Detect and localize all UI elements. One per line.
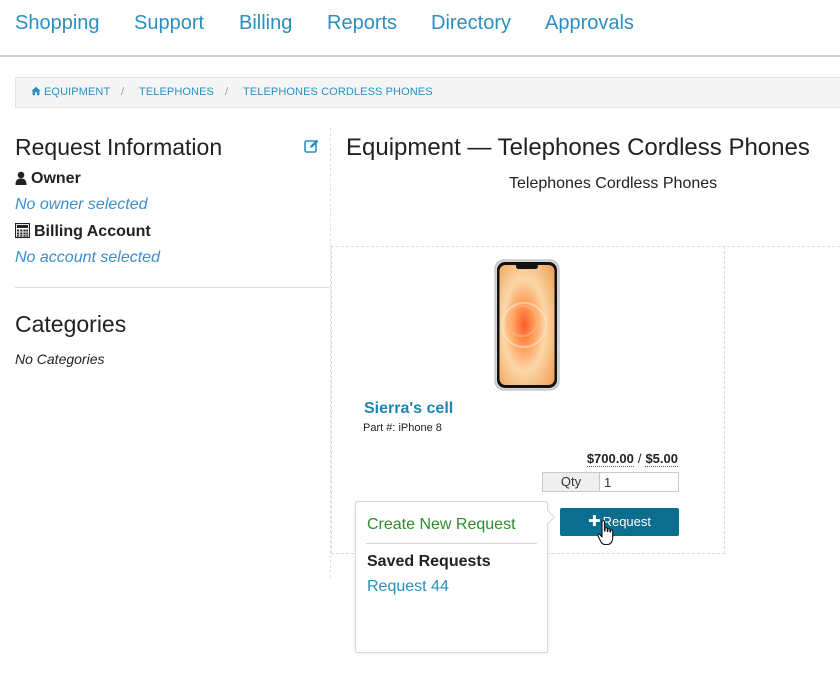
nav-support[interactable]: Support [134,12,204,35]
request-button[interactable]: ✚ Request [560,508,679,536]
nav-billing[interactable]: Billing [239,12,292,35]
breadcrumb-equipment-label: EQUIPMENT [44,86,111,98]
owner-value-link[interactable]: No owner selected [15,196,148,214]
breadcrumb-cordless-phones[interactable]: TELEPHONES CORDLESS PHONES [243,86,433,98]
breadcrumb-telephones[interactable]: TELEPHONES [139,86,214,98]
breadcrumb: EQUIPMENT / TELEPHONES / TELEPHONES CORD… [15,77,840,108]
product-image[interactable] [494,259,560,391]
edit-icon[interactable] [304,138,320,154]
qty-input[interactable] [599,472,679,492]
nav-shopping[interactable]: Shopping [15,12,100,35]
owner-label: Owner [15,170,81,188]
saved-request-item[interactable]: Request 44 [367,578,449,596]
request-information-title: Request Information [15,134,223,160]
page-subtitle-text: Telephones Cordless Phones [509,175,718,192]
product-price: $700.00/$5.00 [560,451,678,467]
breadcrumb-equipment[interactable]: EQUIPMENT [31,86,110,98]
billing-account-value-link[interactable]: No account selected [15,249,160,267]
billing-account-label: Billing Account [14,222,151,241]
nav-reports[interactable]: Reports [327,12,397,35]
hand-cursor-icon [597,520,614,546]
user-icon [15,171,27,185]
calculator-icon [14,222,31,239]
breadcrumb-separator: / [121,86,125,98]
owner-label-text: Owner [31,170,81,187]
categories-title: Categories [15,311,127,337]
price-one-time: $700.00 [586,451,634,467]
home-icon [31,86,41,96]
saved-requests-heading: Saved Requests [367,553,491,570]
categories-empty-text: No Categories [15,351,105,367]
product-name-link[interactable]: Sierra's cell [364,400,453,418]
price-monthly: $5.00 [645,451,678,467]
nav-directory[interactable]: Directory [431,12,511,35]
sidebar-divider [15,287,330,288]
breadcrumb-separator: / [225,86,229,98]
billing-account-label-text: Billing Account [34,223,151,240]
nav-approvals[interactable]: Approvals [545,12,634,35]
top-navigation: Shopping Support Billing Reports Directo… [0,0,840,57]
qty-label: Qty [542,472,600,492]
page-title: Equipment — Telephones Cordless Phones [346,134,810,161]
product-part-number: Part #: iPhone 8 [363,422,442,434]
request-dropdown: Create New Request Saved Requests Reques… [355,501,556,653]
dropdown-divider [366,543,537,544]
price-separator: / [637,451,642,466]
create-new-request-link[interactable]: Create New Request [367,516,516,534]
